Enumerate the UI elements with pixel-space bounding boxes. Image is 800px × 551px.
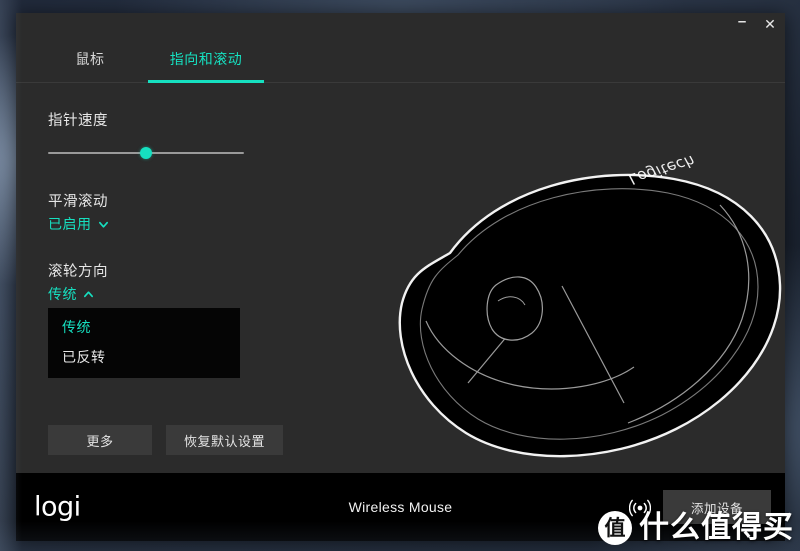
- svg-text:Logitech: Logitech: [627, 151, 697, 188]
- desktop-background: – ✕ 鼠标 指向和滚动 Logitech 指针速度 平滑滚动 已启用 滚轮方向…: [0, 0, 800, 551]
- minimize-icon[interactable]: –: [735, 14, 749, 29]
- restore-defaults-button[interactable]: 恢复默认设置: [166, 425, 284, 455]
- logitech-options-window: – ✕ 鼠标 指向和滚动 Logitech 指针速度 平滑滚动 已启用 滚轮方向…: [16, 13, 785, 541]
- dropdown-option-inverted[interactable]: 已反转: [48, 342, 240, 372]
- smooth-scroll-field: 平滑滚动 已启用: [48, 190, 308, 234]
- pointer-speed-title: 指针速度: [48, 113, 108, 129]
- content-area: Logitech 指针速度 平滑滚动 已启用 滚轮方向 传统 传统 已反转 更多…: [16, 83, 785, 473]
- tab-mouse[interactable]: 鼠标: [32, 35, 148, 83]
- window-controls: – ✕: [735, 13, 777, 35]
- pointer-speed-slider[interactable]: [48, 144, 244, 162]
- scroll-direction-label: 滚轮方向: [48, 264, 108, 280]
- settings-panel: 指针速度 平滑滚动 已启用 滚轮方向 传统 传统 已反转: [48, 109, 308, 404]
- watermark: 值 什么值得买: [598, 511, 794, 545]
- chevron-up-icon: [83, 289, 94, 300]
- scroll-direction-dropdown: 传统 已反转: [48, 308, 240, 378]
- smooth-scroll-value: 已启用: [48, 216, 92, 232]
- scroll-direction-select[interactable]: 传统: [48, 284, 94, 304]
- scroll-direction-value: 传统: [48, 286, 77, 302]
- smooth-scroll-label: 平滑滚动: [48, 194, 108, 210]
- smooth-scroll-select[interactable]: 已启用: [48, 214, 109, 234]
- action-buttons: 更多 恢复默认设置: [48, 425, 284, 455]
- titlebar: – ✕: [16, 13, 785, 35]
- more-button[interactable]: 更多: [48, 425, 152, 455]
- watermark-text: 什么值得买: [639, 510, 794, 545]
- close-icon[interactable]: ✕: [763, 17, 777, 31]
- scroll-direction-field: 滚轮方向 传统 传统 已反转: [48, 260, 308, 378]
- slider-thumb[interactable]: [140, 147, 152, 159]
- watermark-badge: 值: [598, 511, 632, 545]
- wireless-mouse-illustration: Logitech: [328, 135, 785, 473]
- tab-point-and-scroll[interactable]: 指向和滚动: [148, 35, 264, 83]
- chevron-down-icon: [98, 219, 109, 230]
- tab-bar: 鼠标 指向和滚动: [16, 35, 785, 83]
- dropdown-option-traditional[interactable]: 传统: [48, 312, 240, 342]
